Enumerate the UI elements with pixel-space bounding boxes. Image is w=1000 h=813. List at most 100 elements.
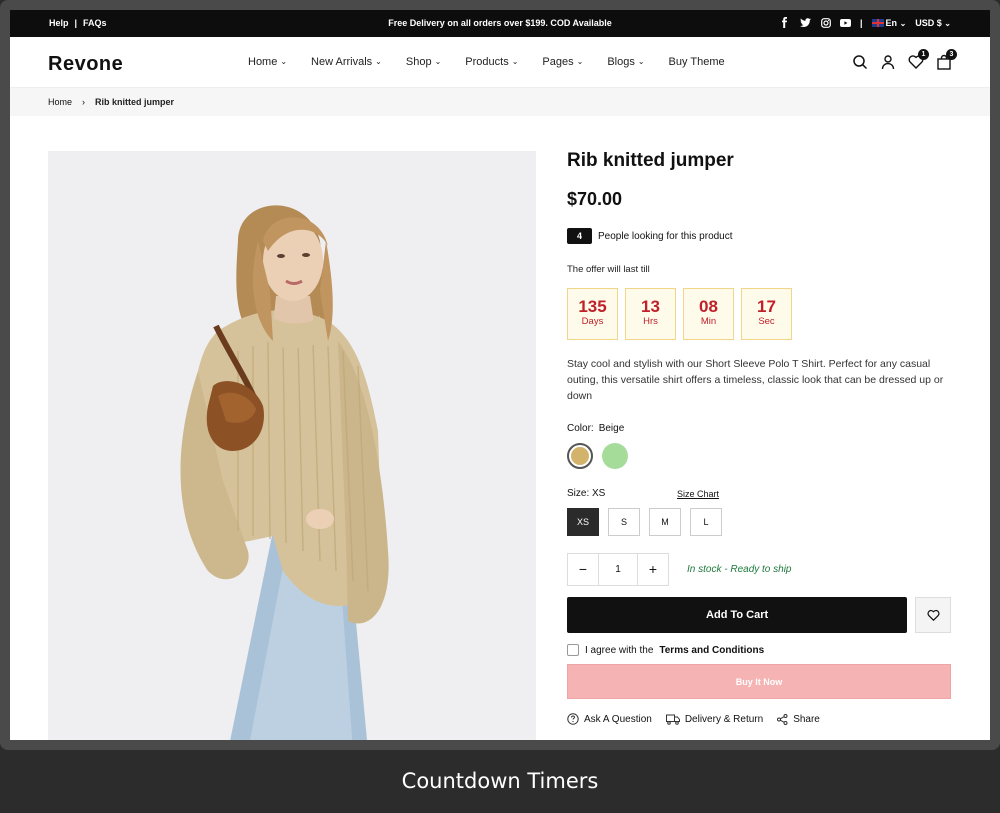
language-label: En bbox=[885, 17, 898, 28]
viewers-count-badge: 4 bbox=[567, 228, 592, 244]
product-details: Rib knitted jumper $70.00 4 People looki… bbox=[567, 150, 951, 725]
size-chart-link[interactable]: Size Chart bbox=[677, 489, 719, 499]
slide-caption: Countdown Timers bbox=[0, 750, 1000, 813]
breadcrumb-current: Rib knitted jumper bbox=[95, 97, 175, 107]
currency-label: USD $ bbox=[915, 17, 942, 28]
main-nav: Home ⌄ New Arrivals ⌄ Shop ⌄ Products ⌄ Page… bbox=[248, 56, 725, 68]
chevron-down-icon: ⌄ bbox=[434, 56, 442, 66]
terms-checkbox[interactable] bbox=[567, 644, 579, 656]
wishlist-icon[interactable]: 1 bbox=[908, 49, 929, 70]
nav-item-products[interactable]: Products ⌄ bbox=[465, 56, 518, 68]
instagram-icon[interactable] bbox=[820, 17, 831, 28]
chevron-down-icon: ⌄ bbox=[576, 56, 584, 66]
size-option-s[interactable]: S bbox=[608, 508, 640, 536]
chevron-down-icon: ⌄ bbox=[944, 18, 951, 28]
color-swatch-beige[interactable] bbox=[567, 443, 593, 469]
color-label: Color: bbox=[567, 423, 594, 434]
youtube-icon[interactable] bbox=[840, 17, 851, 28]
timer-minutes: 08 Min bbox=[683, 288, 734, 340]
timer-minutes-unit: Min bbox=[700, 316, 717, 327]
chevron-down-icon: ⌄ bbox=[637, 56, 645, 66]
color-swatch-green[interactable] bbox=[602, 443, 628, 469]
nav-item-blogs[interactable]: Blogs ⌄ bbox=[607, 56, 644, 68]
terms-link[interactable]: Terms and Conditions bbox=[659, 645, 764, 656]
timer-seconds-unit: Sec bbox=[758, 316, 775, 327]
share-link[interactable]: Share bbox=[777, 713, 820, 725]
size-value: XS bbox=[592, 488, 606, 499]
timer-days-unit: Days bbox=[581, 316, 604, 327]
timer-seconds: 17 Sec bbox=[741, 288, 792, 340]
quantity-stepper: − 1 + bbox=[567, 553, 669, 586]
facebook-icon[interactable] bbox=[780, 17, 791, 28]
timer-minutes-value: 08 bbox=[699, 297, 718, 316]
terms-agreement: I agree with the Terms and Conditions bbox=[567, 644, 951, 656]
search-icon[interactable] bbox=[852, 54, 868, 70]
cart-count-badge: 3 bbox=[946, 49, 957, 60]
countdown-timer: 135 Days 13 Hrs 08 Min 17 Sec bbox=[567, 288, 951, 340]
truck-icon bbox=[665, 714, 680, 725]
product-photo-illustration bbox=[48, 151, 536, 740]
account-icon[interactable] bbox=[880, 54, 896, 70]
color-swatches bbox=[567, 443, 951, 469]
quantity-input[interactable]: 1 bbox=[598, 554, 638, 585]
question-icon bbox=[567, 713, 579, 725]
size-label-row: Size: XS Size Chart bbox=[567, 488, 951, 502]
nav-item-shop[interactable]: Shop ⌄ bbox=[406, 56, 441, 68]
product-actions: Ask A Question Delivery & Return Share bbox=[567, 713, 951, 725]
agree-text: I agree with the bbox=[585, 644, 654, 656]
chevron-down-icon: ⌄ bbox=[899, 18, 907, 28]
quantity-decrease-button[interactable]: − bbox=[568, 554, 598, 585]
logo[interactable]: Revone bbox=[48, 53, 123, 76]
currency-selector[interactable]: USD $ ⌄ bbox=[915, 18, 951, 28]
nav-item-home[interactable]: Home ⌄ bbox=[248, 56, 287, 68]
delivery-return-link[interactable]: Delivery & Return bbox=[665, 713, 763, 725]
product-image[interactable] bbox=[48, 151, 536, 740]
nav-item-new-arrivals[interactable]: New Arrivals ⌄ bbox=[311, 56, 382, 68]
chevron-down-icon: ⌄ bbox=[511, 56, 519, 66]
language-selector[interactable]: En ⌄ bbox=[871, 17, 907, 28]
timer-days: 135 Days bbox=[567, 288, 618, 340]
cart-actions: Add To Cart bbox=[567, 597, 951, 633]
twitter-icon[interactable] bbox=[800, 17, 811, 28]
stock-status: In stock - Ready to ship bbox=[687, 564, 792, 575]
color-value: Beige bbox=[598, 423, 625, 434]
timer-days-value: 135 bbox=[578, 297, 607, 316]
ask-question-link[interactable]: Ask A Question bbox=[567, 713, 652, 725]
device-frame: Help | FAQs Free Delivery on all orders … bbox=[0, 0, 1000, 750]
product-title: Rib knitted jumper bbox=[567, 150, 734, 171]
color-label-row: Color: Beige bbox=[567, 423, 951, 434]
topbar-divider: | bbox=[860, 17, 863, 28]
size-option-xs[interactable]: XS bbox=[567, 508, 599, 536]
ask-question-label: Ask A Question bbox=[584, 713, 652, 725]
timer-hours-unit: Hrs bbox=[643, 316, 658, 327]
site-header: Revone Home ⌄ New Arrivals ⌄ Shop ⌄ Product… bbox=[10, 37, 990, 88]
size-option-m[interactable]: M bbox=[649, 508, 681, 536]
add-to-cart-button[interactable]: Add To Cart bbox=[567, 597, 908, 633]
cart-icon[interactable]: 3 bbox=[936, 49, 957, 70]
uk-flag-icon bbox=[871, 19, 884, 28]
viewers-indicator: 4 People looking for this product bbox=[567, 228, 951, 244]
wishlist-count-badge: 1 bbox=[918, 49, 929, 60]
breadcrumb-home[interactable]: Home bbox=[48, 97, 72, 107]
breadcrumb: Home › Rib knitted jumper bbox=[10, 88, 990, 116]
add-to-wishlist-button[interactable] bbox=[915, 597, 951, 633]
product-price: $70.00 bbox=[567, 189, 623, 209]
nav-item-pages[interactable]: Pages ⌄ bbox=[542, 56, 583, 68]
chevron-right-icon: › bbox=[82, 97, 86, 107]
size-option-l[interactable]: L bbox=[690, 508, 722, 536]
announcement-bar: Help | FAQs Free Delivery on all orders … bbox=[10, 10, 990, 37]
heart-icon bbox=[927, 609, 940, 621]
size-options: XS S M L bbox=[567, 508, 951, 536]
nav-item-buy-theme[interactable]: Buy Theme bbox=[669, 56, 725, 68]
offer-label: The offer will last till bbox=[567, 264, 650, 275]
quantity-increase-button[interactable]: + bbox=[638, 554, 668, 585]
share-icon bbox=[777, 713, 788, 725]
chevron-down-icon: ⌄ bbox=[280, 56, 288, 66]
product-description: Stay cool and stylish with our Short Sle… bbox=[567, 358, 944, 402]
quantity-row: − 1 + In stock - Ready to ship bbox=[567, 553, 951, 586]
buy-now-button[interactable]: Buy It Now bbox=[567, 664, 951, 699]
size-label: Size: bbox=[567, 488, 590, 499]
timer-seconds-value: 17 bbox=[757, 297, 776, 316]
chevron-down-icon: ⌄ bbox=[375, 56, 382, 66]
share-label: Share bbox=[793, 713, 820, 725]
